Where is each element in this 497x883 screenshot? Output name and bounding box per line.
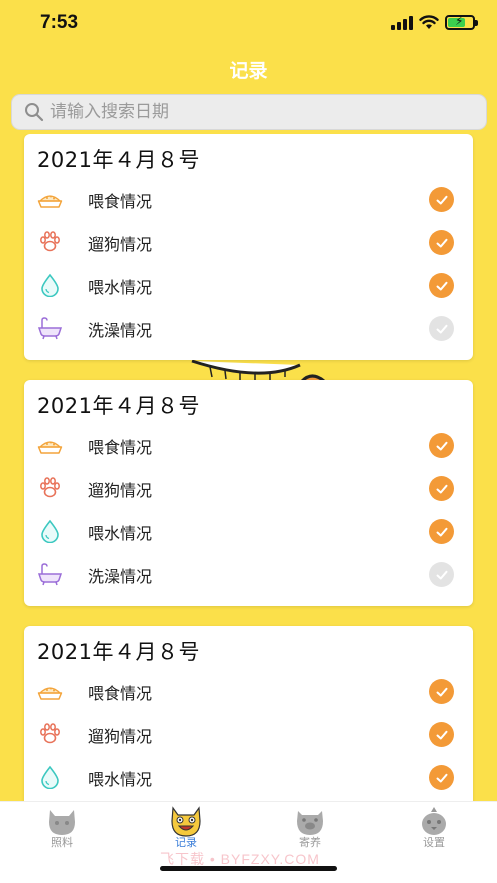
wifi-icon <box>419 15 439 29</box>
paw-icon <box>37 476 63 500</box>
check-circle-checked-icon[interactable] <box>429 273 454 298</box>
record-row: 遛狗情况 <box>24 222 473 262</box>
record-row: 喂食情况 <box>24 179 473 219</box>
record-item-label: 洗澡情况 <box>88 321 153 340</box>
check-circle-checked-icon[interactable] <box>429 230 454 255</box>
record-list[interactable]: 2021年４月８号 喂食情况 遛狗情况 喂水情况 洗澡情况 2021年４月８号 喂食情况 遛狗… <box>0 134 497 801</box>
record-item-label: 喂水情况 <box>88 524 153 543</box>
tab-settings[interactable]: 设置 <box>394 804 474 854</box>
record-item-label: 喂水情况 <box>88 770 153 789</box>
check-circle-checked-icon[interactable] <box>429 765 454 790</box>
record-row: 喂食情况 <box>24 425 473 465</box>
tab-care[interactable]: 照料 <box>22 804 102 854</box>
food-bowl-icon <box>37 433 63 457</box>
bathtub-icon <box>37 316 63 340</box>
status-icons: ⚡ <box>391 14 478 30</box>
check-circle-checked-icon[interactable] <box>429 187 454 212</box>
tab-records[interactable]: 记录 <box>146 804 226 854</box>
record-item-label: 喂食情况 <box>88 684 153 703</box>
record-date: 2021年４月８号 <box>37 394 200 418</box>
tab-label: 照料 <box>51 836 73 849</box>
record-date: 2021年４月８号 <box>37 148 200 172</box>
paw-icon <box>37 722 63 746</box>
record-item-label: 喂水情况 <box>88 278 153 297</box>
record-date: 2021年４月８号 <box>37 640 200 664</box>
status-time: 7:53 <box>40 12 79 33</box>
record-item-label: 遛狗情况 <box>88 235 153 254</box>
record-row: 喂食情况 <box>24 671 473 711</box>
paw-icon <box>37 230 63 254</box>
record-row: 喂水情况 <box>24 265 473 305</box>
check-circle-checked-icon[interactable] <box>429 476 454 501</box>
search-bar[interactable] <box>11 94 487 130</box>
check-circle-checked-icon[interactable] <box>429 679 454 704</box>
cartoon-cat-icon <box>171 806 201 837</box>
status-bar: 7:53 ⚡ <box>0 0 497 48</box>
food-bowl-icon <box>37 187 63 211</box>
search-input[interactable] <box>50 102 450 122</box>
record-row: 遛狗情况 <box>24 468 473 508</box>
pig-face-icon <box>297 811 323 835</box>
record-row: 洗澡情况 <box>24 554 473 594</box>
record-item-label: 喂食情况 <box>88 192 153 211</box>
check-circle-unchecked-icon[interactable] <box>429 316 454 341</box>
water-drop-icon <box>37 765 63 790</box>
record-item-label: 遛狗情况 <box>88 727 153 746</box>
record-row: 遛狗情况 <box>24 714 473 754</box>
bird-face-icon <box>422 807 446 835</box>
tab-label: 寄养 <box>299 836 321 849</box>
record-row: 喂水情况 <box>24 511 473 551</box>
check-circle-checked-icon[interactable] <box>429 722 454 747</box>
battery-icon: ⚡ <box>445 14 478 30</box>
tab-boarding[interactable]: 寄养 <box>270 804 350 854</box>
home-indicator <box>160 866 337 871</box>
check-circle-unchecked-icon[interactable] <box>429 562 454 587</box>
record-card[interactable]: 2021年４月８号喂食情况遛狗情况喂水情况 <box>24 626 473 801</box>
record-card[interactable]: 2021年４月８号喂食情况遛狗情况喂水情况洗澡情况 <box>24 134 473 360</box>
water-drop-icon <box>37 273 63 298</box>
record-item-label: 喂食情况 <box>88 438 153 457</box>
tab-label: 记录 <box>175 836 197 849</box>
tab-label: 设置 <box>423 836 445 849</box>
cat-face-icon <box>49 810 75 835</box>
record-item-label: 遛狗情况 <box>88 481 153 500</box>
record-row: 喂水情况 <box>24 757 473 797</box>
food-bowl-icon <box>37 679 63 703</box>
record-item-label: 洗澡情况 <box>88 567 153 586</box>
cellular-signal-icon <box>391 15 413 30</box>
check-circle-checked-icon[interactable] <box>429 519 454 544</box>
record-card[interactable]: 2021年４月８号喂食情况遛狗情况喂水情况洗澡情况 <box>24 380 473 606</box>
page-title: 记录 <box>229 60 268 82</box>
record-row: 洗澡情况 <box>24 308 473 348</box>
water-drop-icon <box>37 519 63 544</box>
bathtub-icon <box>37 562 63 586</box>
check-circle-checked-icon[interactable] <box>429 433 454 458</box>
search-icon <box>25 103 44 122</box>
